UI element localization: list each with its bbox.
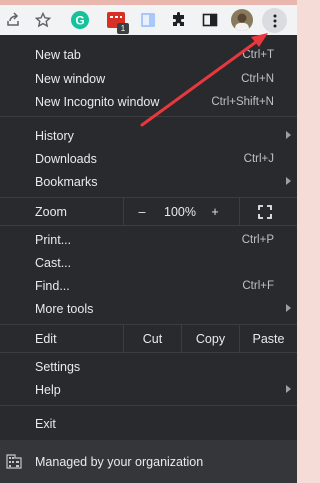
zoom-out-button[interactable]: – <box>128 198 156 225</box>
menu-item-help[interactable]: Help <box>0 378 297 401</box>
menu-row-zoom: Zoom – 100% + <box>0 198 297 225</box>
zoom-in-button[interactable]: + <box>202 198 228 225</box>
managed-by-organization-row[interactable]: Managed by your organization <box>0 440 297 483</box>
managed-label: Managed by your organization <box>35 454 204 469</box>
print-label: Print... <box>35 232 72 247</box>
find-label: Find... <box>35 278 70 293</box>
menu-item-settings[interactable]: Settings <box>0 355 297 378</box>
cast-label: Cast... <box>35 255 72 270</box>
menu-item-exit[interactable]: Exit <box>0 412 297 435</box>
paste-button[interactable]: Paste <box>240 325 297 352</box>
exit-label: Exit <box>35 416 56 431</box>
menu-divider <box>0 225 297 226</box>
submenu-arrow-icon <box>286 304 291 312</box>
building-icon <box>6 453 22 469</box>
fullscreen-icon[interactable] <box>252 198 278 225</box>
new-tab-label: New tab <box>35 47 81 62</box>
copy-button[interactable]: Copy <box>182 325 239 352</box>
cut-button[interactable]: Cut <box>124 325 181 352</box>
menu-divider <box>0 405 297 406</box>
menu-divider <box>0 116 297 117</box>
extension-badge: 1 <box>117 23 129 34</box>
help-label: Help <box>35 382 61 397</box>
chrome-main-menu: New tab Ctrl+T New window Ctrl+N New Inc… <box>0 35 297 483</box>
puzzle-icon[interactable] <box>168 9 190 31</box>
menu-divider <box>0 352 297 353</box>
downloads-label: Downloads <box>35 151 97 166</box>
edit-label: Edit <box>35 331 57 346</box>
menu-item-print[interactable]: Print... Ctrl+P <box>0 228 297 251</box>
sidebar-icon[interactable] <box>199 9 221 31</box>
submenu-arrow-icon <box>286 131 291 139</box>
zoom-divider <box>123 198 124 225</box>
zoom-level: 100% <box>164 204 196 219</box>
avatar[interactable] <box>231 9 253 31</box>
submenu-arrow-icon <box>286 385 291 393</box>
star-icon[interactable] <box>32 9 54 31</box>
menu-item-new-window[interactable]: New window Ctrl+N <box>0 67 297 90</box>
menu-item-find[interactable]: Find... Ctrl+F <box>0 274 297 297</box>
history-label: History <box>35 128 74 143</box>
new-incognito-label: New Incognito window <box>35 94 160 109</box>
menu-item-bookmarks[interactable]: Bookmarks <box>0 170 297 193</box>
print-shortcut: Ctrl+P <box>241 233 274 246</box>
downloads-shortcut: Ctrl+J <box>243 152 274 165</box>
menu-item-new-tab[interactable]: New tab Ctrl+T <box>0 43 297 66</box>
menu-item-more-tools[interactable]: More tools <box>0 297 297 320</box>
menu-item-history[interactable]: History <box>0 124 297 147</box>
menu-item-new-incognito-window[interactable]: New Incognito window Ctrl+Shift+N <box>0 90 297 113</box>
settings-label: Settings <box>35 359 81 374</box>
new-tab-shortcut: Ctrl+T <box>242 48 274 61</box>
reading-list-icon[interactable] <box>137 9 159 31</box>
more-tools-label: More tools <box>35 301 94 316</box>
zoom-divider <box>239 198 240 225</box>
submenu-arrow-icon <box>286 177 291 185</box>
menu-row-edit: Edit Cut Copy Paste <box>0 325 297 352</box>
share-icon[interactable] <box>2 9 24 31</box>
svg-text:G: G <box>75 14 84 28</box>
menu-item-cast[interactable]: Cast... <box>0 251 297 274</box>
kebab-menu-icon[interactable] <box>262 8 287 33</box>
grammarly-icon[interactable]: G <box>69 9 91 31</box>
menu-item-downloads[interactable]: Downloads Ctrl+J <box>0 147 297 170</box>
browser-toolbar: G <box>0 5 297 35</box>
find-shortcut: Ctrl+F <box>242 279 274 292</box>
bookmarks-label: Bookmarks <box>35 174 98 189</box>
new-window-shortcut: Ctrl+N <box>241 72 274 85</box>
zoom-label: Zoom <box>35 204 67 219</box>
new-window-label: New window <box>35 71 106 86</box>
new-incognito-shortcut: Ctrl+Shift+N <box>211 95 274 108</box>
